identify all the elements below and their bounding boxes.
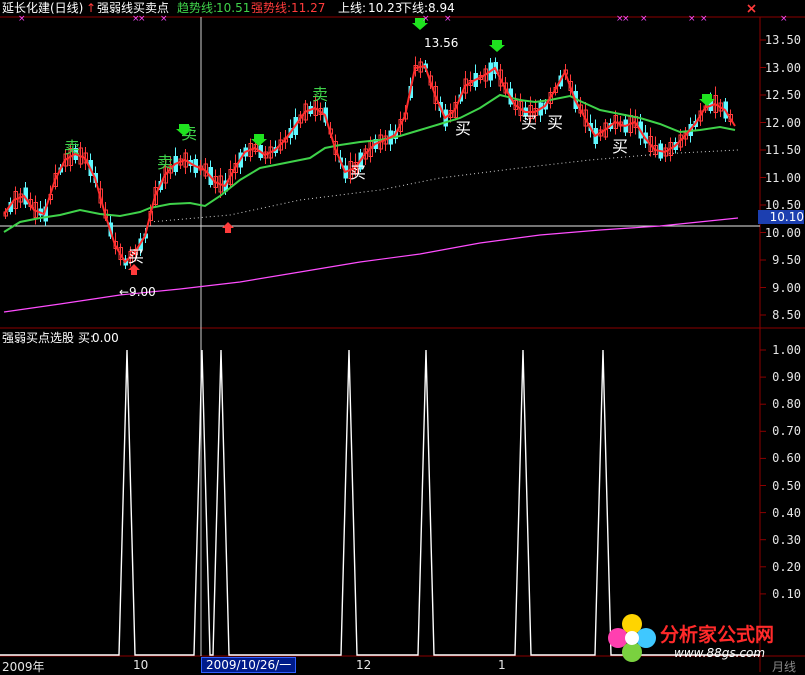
- price-axis-tick: 8.50: [772, 308, 801, 322]
- signal-axis-tick: 0.80: [772, 397, 801, 412]
- price-axis-tick: 11.50: [764, 143, 801, 157]
- price-axis-tick: 11.00: [764, 170, 801, 185]
- red-up-arrow-icon: ↑: [86, 1, 97, 15]
- period-x-marker: ×: [160, 14, 168, 24]
- sell-signal-label: 卖: [312, 85, 328, 104]
- signal-axis-tick: 0.90: [772, 370, 801, 385]
- lower-value: 8.94: [428, 1, 455, 15]
- stock-title: 延长化建(日线): [2, 1, 84, 15]
- lower-label: 下线:: [400, 1, 429, 15]
- period-x-marker: ×: [138, 14, 146, 24]
- trend-value: 10.51: [216, 1, 251, 15]
- cursor-date-label: 2009/10/26/一: [201, 657, 297, 673]
- signal-axis-tick: 0.60: [772, 451, 801, 466]
- price-axis-tick: 9.00: [772, 280, 801, 295]
- period-x-marker: ×: [640, 14, 648, 24]
- period-x-marker: ×: [444, 14, 452, 24]
- upper-value: 10.23: [368, 1, 403, 15]
- price-axis-tick: 13.50: [764, 33, 801, 47]
- x-label-jan: 1: [498, 658, 506, 672]
- signal-axis-tick: 0.20: [772, 559, 801, 574]
- signal-axis-tick: 0.70: [772, 424, 801, 439]
- price-axis-tick: 9.50: [772, 253, 801, 267]
- period-x-marker: ×: [688, 14, 696, 24]
- lower-panel-title: 强弱买点选股: [2, 331, 75, 345]
- site-logo: 分析家公式网 www.88gs.com: [604, 610, 804, 668]
- sell-signal-label: 卖: [157, 153, 173, 172]
- signal-axis-tick: 0.40: [772, 505, 801, 520]
- price-axis-tick: 13.00: [764, 60, 801, 75]
- indicator-name: 强弱线买卖点: [97, 1, 170, 15]
- price-axis-tick: 10.50: [764, 198, 801, 212]
- buy-signal-label: 买: [612, 137, 628, 156]
- buy-signal-label: 买: [350, 163, 366, 182]
- flower-logo-icon: [608, 614, 656, 662]
- signal-axis-tick: 1.00: [772, 343, 801, 357]
- buy-signal-label: 买: [128, 247, 144, 266]
- strong-value: 11.27: [291, 1, 326, 15]
- price-axis-tick: 12.00: [764, 115, 801, 130]
- trend-label: 趋势线:: [177, 1, 218, 15]
- period-x-marker: ×: [18, 14, 26, 24]
- buy-signal-label: 买: [455, 119, 471, 138]
- price-axis-tick: 12.50: [764, 88, 801, 102]
- period-x-marker: ×: [422, 14, 430, 24]
- buy-signal-label: 买: [547, 113, 563, 132]
- buy-value: 0.00: [92, 331, 119, 345]
- x-label-oct: 10: [133, 658, 149, 672]
- period-x-marker: ×: [622, 14, 630, 24]
- signal-axis-tick: 0.10: [772, 586, 801, 601]
- period-x-marker: ×: [780, 14, 788, 24]
- signal-axis-tick: 0.50: [772, 478, 801, 493]
- price-axis-tick: 10.00: [764, 225, 801, 240]
- signal-axis-tick: 0.30: [772, 532, 801, 547]
- sell-signal-label: 卖: [64, 138, 80, 157]
- logo-url: www.88gs.com: [674, 646, 766, 660]
- low-price-annotation: ←9.00: [119, 285, 156, 299]
- high-price-annotation: 13.56: [424, 36, 459, 50]
- logo-text: 分析家公式网: [660, 624, 775, 646]
- current-price-box: 10.10: [758, 210, 804, 224]
- x-label-dec: 12: [356, 658, 372, 672]
- x-label-year: 2009年: [2, 660, 45, 674]
- period-x-marker: ×: [700, 14, 708, 24]
- buy-signal-label: 买: [521, 113, 537, 132]
- upper-label: 上线:: [338, 1, 367, 15]
- strong-label: 强势线:: [251, 1, 292, 15]
